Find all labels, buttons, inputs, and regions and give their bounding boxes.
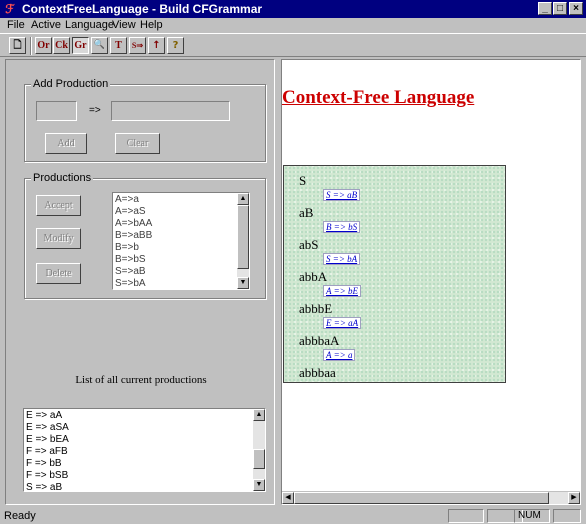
modify-button[interactable]: Modify (36, 228, 81, 249)
list-item[interactable]: E => aA (26, 410, 69, 422)
list-item[interactable]: B=>bS (115, 254, 152, 266)
scroll-up-icon[interactable]: ▲ (253, 409, 265, 421)
maximize-button[interactable]: □ (553, 2, 567, 15)
derivation-panel: S S => aB aB B => bS abS S => bA abbA A … (283, 165, 506, 383)
list-item[interactable]: B=>aBB (115, 230, 152, 242)
menu-language[interactable]: Language (65, 18, 114, 32)
menu-help[interactable]: Help (140, 18, 163, 32)
productions-scrollbar[interactable]: ▲ ▼ (237, 193, 249, 289)
add-production-group: Add Production => Add Clear (24, 78, 266, 162)
sentential-form: abbbaA (299, 333, 340, 348)
list-item[interactable]: A=>a (115, 194, 152, 206)
search-icon[interactable]: 🔍 (91, 37, 108, 54)
sentential-form: S (299, 173, 307, 188)
list-item[interactable]: F => bB (26, 458, 69, 470)
list-item[interactable]: S => aB (26, 482, 69, 491)
status-bar: Ready NUM (0, 507, 586, 524)
delete-button[interactable]: Delete (36, 263, 81, 284)
list-item[interactable]: A=>bAA (115, 218, 152, 230)
sentential-form: abbbE (299, 301, 333, 316)
toolbar: 🗋 Or Ck Gr 🔍 T S⇒ ↑ ? (0, 33, 586, 57)
rhs-input[interactable] (111, 101, 230, 121)
scroll-right-icon[interactable]: ▶ (568, 492, 580, 504)
productions-listbox[interactable]: A=>a A=>aS A=>bAA B=>aBB B=>b B=>bS S=>a… (112, 192, 250, 290)
window-title: ContextFreeLanguage - Build CFGrammar (22, 2, 263, 16)
list-item[interactable]: S=>bA (115, 278, 152, 289)
status-cell-scroll (553, 509, 581, 523)
list-item[interactable]: S=>aB (115, 266, 152, 278)
sentential-form: aB (299, 205, 314, 220)
step-up-icon[interactable]: ↑ (148, 37, 165, 54)
scroll-left-icon[interactable]: ◀ (282, 492, 294, 504)
scroll-thumb[interactable] (237, 205, 249, 269)
rule-link[interactable]: S => bA (323, 253, 361, 265)
menu-bar: File Active Language View Help (0, 18, 586, 32)
productions-label: Productions (31, 172, 94, 184)
clear-button[interactable]: Clear (115, 133, 160, 154)
list-item[interactable]: F => aFB (26, 446, 69, 458)
ck-button[interactable]: Ck (53, 37, 70, 54)
sentential-form: abbA (299, 269, 328, 284)
scroll-down-icon[interactable]: ▼ (237, 277, 249, 289)
title-bar[interactable]: ℱ ContextFreeLanguage - Build CFGrammar … (0, 0, 586, 18)
current-productions-scrollbar[interactable]: ▲ ▼ (253, 409, 265, 491)
rule-link[interactable]: A => bE (323, 285, 361, 297)
production-arrow: => (89, 105, 101, 116)
scroll-thumb[interactable] (294, 492, 549, 504)
num-lock-indicator: NUM (514, 509, 550, 523)
accept-button[interactable]: Accept (36, 195, 81, 216)
rule-link[interactable]: E => aA (323, 317, 362, 329)
gr-button[interactable]: Gr (72, 37, 89, 54)
app-icon[interactable]: ℱ (3, 2, 17, 16)
help-icon[interactable]: ? (167, 37, 184, 54)
menu-file[interactable]: File (7, 18, 25, 32)
status-text: Ready (4, 510, 36, 522)
rule-link[interactable]: A => a (323, 349, 356, 361)
close-button[interactable]: × (569, 2, 583, 15)
grammar-editor-pane: Add Production => Add Clear Productions … (5, 59, 275, 505)
list-item[interactable]: B=>b (115, 242, 152, 254)
or-button[interactable]: Or (35, 37, 52, 54)
list-item[interactable]: A=>aS (115, 206, 152, 218)
menu-active[interactable]: Active (31, 18, 61, 32)
toolbar-separator (30, 37, 32, 55)
add-button[interactable]: Add (45, 133, 87, 154)
sentential-form: abbbaa (299, 365, 336, 380)
new-document-icon[interactable]: 🗋 (9, 37, 26, 54)
scroll-thumb[interactable] (253, 449, 265, 469)
current-productions-label: List of all current productions (75, 374, 207, 386)
s-arrow-icon[interactable]: S⇒ (129, 37, 146, 54)
current-productions-listbox[interactable]: E => aA E => aSA E => bEA F => aFB F => … (23, 408, 266, 492)
lhs-input[interactable] (36, 101, 77, 121)
rule-link[interactable]: S => aB (323, 189, 361, 201)
add-production-label: Add Production (31, 78, 111, 90)
cfl-heading: Context-Free Language (282, 87, 475, 108)
list-item[interactable]: E => aSA (26, 422, 69, 434)
derivation-hscrollbar[interactable]: ◀ ▶ (282, 491, 580, 504)
sentential-form: abS (299, 237, 319, 252)
application-window: ℱ ContextFreeLanguage - Build CFGrammar … (0, 0, 586, 524)
minimize-button[interactable]: _ (538, 2, 552, 15)
status-cell-empty (448, 509, 484, 523)
list-item[interactable]: E => bEA (26, 434, 69, 446)
derivation-view: Context-Free Language S S => aB aB B => … (281, 59, 581, 505)
list-item[interactable]: F => bSB (26, 470, 69, 482)
scroll-down-icon[interactable]: ▼ (253, 479, 265, 491)
menu-view[interactable]: View (112, 18, 136, 32)
productions-group: Productions Accept Modify Delete A=>a A=… (24, 172, 266, 299)
rule-link[interactable]: B => bS (323, 221, 361, 233)
tree-icon[interactable]: T (110, 37, 127, 54)
scroll-up-icon[interactable]: ▲ (237, 193, 249, 205)
